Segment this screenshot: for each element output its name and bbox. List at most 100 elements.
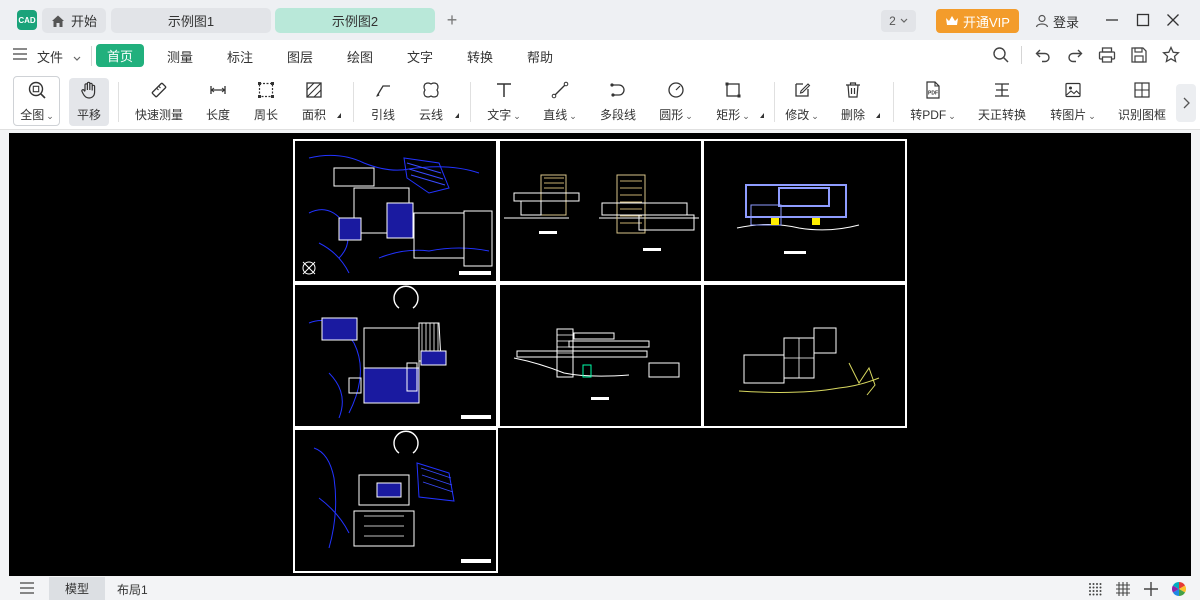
detect-frame-button[interactable]: 识别图框 <box>1115 78 1169 126</box>
menu-measure[interactable]: 测量 <box>167 47 193 66</box>
tab-document-2-label: 示例图2 <box>331 14 379 29</box>
text-icon <box>497 83 511 97</box>
sheet-north-elevation <box>504 174 699 251</box>
image-icon <box>1065 82 1081 98</box>
ribbon-divider <box>470 82 471 122</box>
edit-group-expand-icon[interactable] <box>876 113 880 118</box>
vip-button[interactable]: 开通VIP <box>936 9 1019 33</box>
hand-icon <box>81 81 96 99</box>
sheet-third-floor-plan <box>313 430 491 563</box>
area-label: 面积 <box>301 108 326 122</box>
chevron-right-icon <box>1183 97 1190 109</box>
tab-home[interactable]: 开始 <box>42 8 106 33</box>
zoom-extents-icon <box>28 81 46 99</box>
zoom-extents-button[interactable]: 全图 ⌄ <box>16 78 58 126</box>
tab-home-label: 开始 <box>70 14 97 29</box>
star-icon[interactable] <box>1162 46 1180 64</box>
length-button[interactable]: 长度 <box>201 78 235 126</box>
undo-icon[interactable] <box>1034 46 1052 64</box>
cloud-line-label: 云线 <box>418 108 443 122</box>
home-icon <box>51 15 64 27</box>
rectangle-button[interactable]: 矩形 ⌄ <box>712 78 754 126</box>
layout-tab[interactable]: 布局1 <box>117 581 148 598</box>
menu-text[interactable]: 文字 <box>407 47 433 66</box>
pan-button[interactable]: 平移 <box>69 78 109 126</box>
circle-button[interactable]: 圆形 ⌄ <box>656 78 696 126</box>
circle-label: 圆形 ⌄ <box>659 108 693 122</box>
ribbon-scroll-right-button[interactable] <box>1176 84 1196 122</box>
line-button[interactable]: 直线 ⌄ <box>540 78 580 126</box>
delete-button[interactable]: 删除 <box>839 78 867 126</box>
sheet-east-elevation <box>738 327 880 396</box>
to-pdf-button[interactable]: PDF 转PDF ⌄ <box>906 78 960 126</box>
search-icon[interactable] <box>992 46 1010 64</box>
circle-icon <box>668 82 684 98</box>
leader-label: 引线 <box>370 108 395 122</box>
cloud-line-icon <box>423 82 439 98</box>
chevron-down-icon <box>900 18 908 23</box>
to-image-button[interactable]: 转图片 ⌄ <box>1046 78 1100 126</box>
modify-button[interactable]: 修改 ⌄ <box>782 78 822 126</box>
document-count-dropdown[interactable]: 2 <box>881 10 916 32</box>
model-tab[interactable]: 模型 <box>49 577 105 600</box>
document-count-value: 2 <box>889 14 896 28</box>
drawing-canvas[interactable] <box>9 133 1191 576</box>
polyline-icon <box>610 83 625 97</box>
area-button[interactable]: 面积 <box>297 78 331 126</box>
menu-draw[interactable]: 绘图 <box>347 47 373 66</box>
annotate-group-expand-icon[interactable] <box>455 113 459 118</box>
draw-group-expand-icon[interactable] <box>760 113 764 118</box>
ribbon-divider <box>353 82 354 122</box>
minimize-icon[interactable] <box>1104 12 1120 28</box>
polyline-button[interactable]: 多段线 <box>597 78 639 126</box>
maximize-icon[interactable] <box>1135 12 1151 28</box>
login-button[interactable]: 登录 <box>1035 9 1079 33</box>
tab-document-1[interactable]: 示例图1 <box>111 8 271 33</box>
pdf-icon: PDF <box>926 81 940 99</box>
layout-menu-icon[interactable] <box>20 582 34 594</box>
detect-frame-label: 识别图框 <box>1117 108 1166 122</box>
menu-home[interactable]: 首页 <box>96 44 144 67</box>
quick-measure-button[interactable]: 快速测量 <box>130 78 188 126</box>
add-tab-button[interactable]: + <box>440 8 464 33</box>
grid-icon[interactable] <box>1116 582 1130 596</box>
perimeter-button[interactable]: 周长 <box>249 78 283 126</box>
menu-layers[interactable]: 图层 <box>287 47 313 66</box>
dot-grid-icon[interactable] <box>1088 582 1102 596</box>
crown-icon <box>946 16 959 25</box>
cad-drawing[interactable] <box>9 133 1191 576</box>
frame-icon <box>1134 82 1150 98</box>
save-icon[interactable] <box>1130 46 1148 64</box>
text-button[interactable]: 文字 ⌄ <box>484 78 524 126</box>
hamburger-menu-icon[interactable] <box>13 48 27 60</box>
measure-group-expand-icon[interactable] <box>337 113 341 118</box>
print-icon[interactable] <box>1098 46 1116 64</box>
crosshair-icon[interactable] <box>1144 582 1158 596</box>
ribbon-divider <box>774 82 775 122</box>
ruler-icon <box>151 82 167 98</box>
menu-convert[interactable]: 转换 <box>467 47 493 66</box>
trash-icon <box>846 82 860 98</box>
menu-annotate[interactable]: 标注 <box>227 47 253 66</box>
cad-app: CAD 开始 示例图1 示例图2 + 2 开通VIP 登录 文件 首页 测量 标… <box>0 0 1200 600</box>
menu-help[interactable]: 帮助 <box>527 47 553 66</box>
vip-button-label: 开通VIP <box>963 14 1010 30</box>
cloud-line-button[interactable]: 云线 <box>414 78 448 126</box>
redo-icon[interactable] <box>1066 46 1084 64</box>
ribbon-divider <box>893 82 894 122</box>
login-button-label: 登录 <box>1053 14 1080 30</box>
close-icon[interactable] <box>1165 12 1181 28</box>
file-menu[interactable]: 文件 <box>37 47 81 66</box>
chevron-down-icon <box>73 56 81 61</box>
leader-button[interactable]: 引线 <box>366 78 400 126</box>
tangent-convert-icon <box>995 83 1009 97</box>
zoom-extents-label: 全图 ⌄ <box>20 108 54 122</box>
color-wheel-icon[interactable] <box>1172 582 1186 596</box>
tangent-convert-button[interactable]: 天正转换 <box>975 78 1029 126</box>
tab-document-2[interactable]: 示例图2 <box>275 8 435 33</box>
length-icon <box>210 86 226 94</box>
svg-text:PDF: PDF <box>928 91 938 97</box>
pan-label: 平移 <box>76 108 101 122</box>
sheet-west-elevation <box>736 184 860 254</box>
delete-label: 删除 <box>840 108 865 122</box>
